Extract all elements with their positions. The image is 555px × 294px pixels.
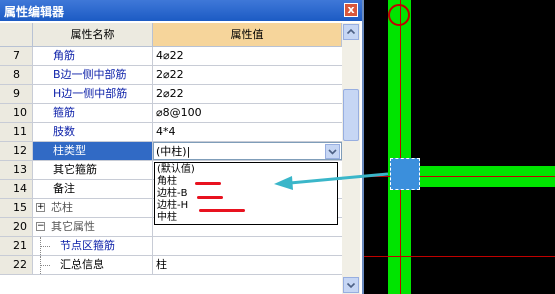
row-number: 22 xyxy=(0,256,33,274)
row-number: 9 xyxy=(0,85,33,103)
dropdown-option[interactable]: 边柱-H xyxy=(157,200,188,211)
property-name: 角筋 xyxy=(33,47,153,65)
table-row[interactable]: 10 箍筋 ⌀8@100 xyxy=(0,104,342,123)
property-name: 节点区箍筋 xyxy=(60,239,115,252)
annotation-underline xyxy=(199,209,245,212)
table-row[interactable]: 9 H边一侧中部筋 2⌀22 xyxy=(0,85,342,104)
chevron-up-icon xyxy=(346,28,356,35)
cad-canvas[interactable] xyxy=(364,0,555,294)
scroll-up-button[interactable] xyxy=(343,24,359,40)
table-row[interactable]: 11 肢数 4*4 xyxy=(0,123,342,142)
property-value[interactable]: 2⌀22 xyxy=(153,85,342,103)
column-header-value[interactable]: 属性值 xyxy=(153,23,342,47)
property-value[interactable]: 2⌀22 xyxy=(153,66,342,84)
close-button[interactable]: x xyxy=(344,3,358,17)
property-name: 其它属性 xyxy=(51,220,95,233)
row-number: 10 xyxy=(0,104,33,122)
combobox-value: (中柱) xyxy=(156,145,187,158)
property-name: 柱类型 xyxy=(33,142,153,160)
collapse-button[interactable]: − xyxy=(36,222,45,231)
property-value[interactable]: 柱 xyxy=(153,256,342,274)
property-grid: 属性名称 属性值 7 角筋 4⌀22 8 B边一侧中部筋 2⌀22 9 H边一侧… xyxy=(0,23,342,294)
dropdown-option[interactable]: 边柱-B xyxy=(157,188,187,199)
ground-line xyxy=(364,256,555,257)
combobox-dropdown-button[interactable] xyxy=(325,144,340,159)
scroll-down-button[interactable] xyxy=(343,277,359,293)
property-group-name: + 芯柱 xyxy=(33,199,153,217)
selected-column[interactable] xyxy=(390,158,420,190)
vertical-scrollbar[interactable] xyxy=(342,23,360,294)
property-name: 肢数 xyxy=(33,123,153,141)
tree-line xyxy=(40,246,50,247)
row-number: 15 xyxy=(0,199,33,217)
row-number: 21 xyxy=(0,237,33,255)
table-row[interactable]: 7 角筋 4⌀22 xyxy=(0,47,342,66)
property-editor-window: 属性编辑器 x 属性名称 属性值 7 角筋 4⌀22 8 B边一侧中部筋 2⌀2… xyxy=(0,0,364,294)
property-name-cell: 汇总信息 xyxy=(33,256,153,274)
property-name: 箍筋 xyxy=(33,104,153,122)
property-group-name: − 其它属性 xyxy=(33,218,153,236)
annotation-underline xyxy=(195,182,221,185)
tree-line xyxy=(40,265,50,266)
column-type-dropdown-list: (默认值) 角柱 边柱-B 边柱-H 中柱 xyxy=(154,162,338,225)
axis-line-vertical xyxy=(400,0,401,294)
property-value[interactable]: ⌀8@100 xyxy=(153,104,342,122)
dropdown-option[interactable]: 角柱 xyxy=(157,176,177,187)
table-row-selected[interactable]: 12 柱类型 (中柱)| xyxy=(0,142,342,161)
property-name: 其它箍筋 xyxy=(33,161,153,179)
row-number: 12 xyxy=(0,142,33,160)
property-name: 芯柱 xyxy=(51,201,73,214)
column-type-combobox[interactable]: (中柱)| xyxy=(153,142,342,160)
column-header-name[interactable]: 属性名称 xyxy=(33,23,153,47)
axis-circle-marker xyxy=(388,4,410,26)
dropdown-option[interactable]: 中柱 xyxy=(157,212,177,223)
table-row[interactable]: 21 节点区箍筋 xyxy=(0,237,342,256)
dropdown-option[interactable]: (默认值) xyxy=(157,164,195,175)
property-name-cell: 节点区箍筋 xyxy=(33,237,153,255)
annotation-underline xyxy=(197,196,223,199)
table-row[interactable]: 8 B边一侧中部筋 2⌀22 xyxy=(0,66,342,85)
row-number: 14 xyxy=(0,180,33,198)
property-name: 备注 xyxy=(33,180,153,198)
row-number-header xyxy=(0,23,33,47)
property-name: B边一侧中部筋 xyxy=(33,66,153,84)
property-value[interactable] xyxy=(153,237,342,255)
expand-button[interactable]: + xyxy=(36,203,45,212)
property-name: 汇总信息 xyxy=(60,258,104,271)
row-number: 13 xyxy=(0,161,33,179)
text-cursor: | xyxy=(186,145,191,158)
chevron-down-icon xyxy=(346,282,356,289)
row-number: 8 xyxy=(0,66,33,84)
chevron-down-icon xyxy=(328,149,337,155)
row-number: 20 xyxy=(0,218,33,236)
window-title: 属性编辑器 xyxy=(4,5,65,19)
row-number: 7 xyxy=(0,47,33,65)
property-value[interactable]: 4⌀22 xyxy=(153,47,342,65)
property-value[interactable]: 4*4 xyxy=(153,123,342,141)
table-row[interactable]: 22 汇总信息 柱 xyxy=(0,256,342,275)
row-number: 11 xyxy=(0,123,33,141)
property-name: H边一侧中部筋 xyxy=(33,85,153,103)
title-bar[interactable]: 属性编辑器 x xyxy=(0,0,362,21)
scrollbar-thumb[interactable] xyxy=(343,89,359,141)
